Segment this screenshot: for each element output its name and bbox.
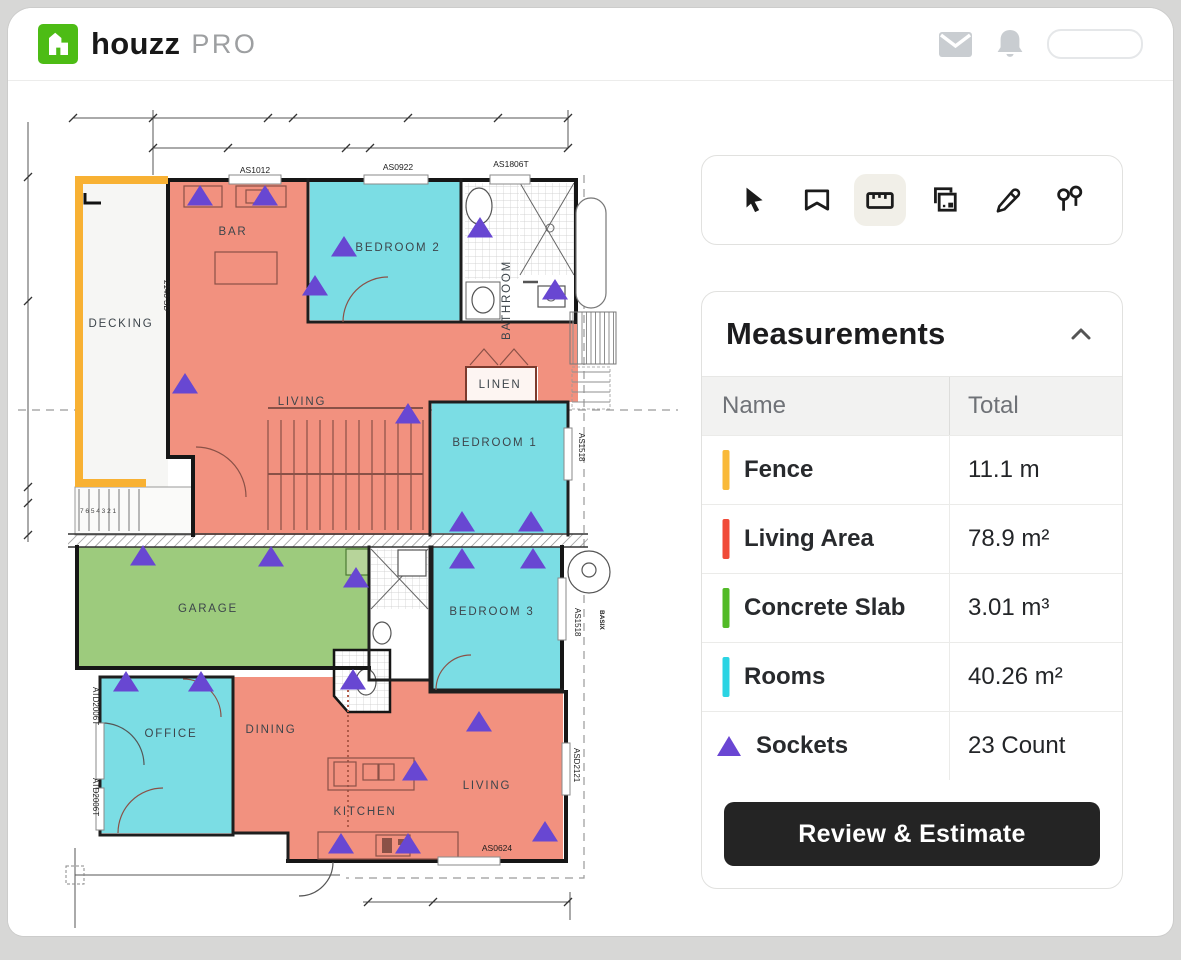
code-asd2121: ASD2121 xyxy=(572,748,581,783)
rooms-color-swatch xyxy=(722,657,730,697)
measurement-total: 3.01 m³ xyxy=(949,574,1122,642)
measurements-title: Measurements xyxy=(726,316,946,351)
measurement-name: Living Area xyxy=(744,525,874,552)
houzz-logo-icon xyxy=(38,24,78,64)
code-as1012: AS1012 xyxy=(240,165,271,175)
measurement-row-concrete-slab[interactable]: Concrete Slab 3.01 m³ xyxy=(702,573,1122,642)
measurement-total: 40.26 m² xyxy=(949,643,1122,711)
brand-suffix: PRO xyxy=(191,28,258,59)
party-wall-hatched xyxy=(68,533,588,548)
toggle-pill[interactable] xyxy=(1047,29,1143,59)
pin-tool[interactable] xyxy=(1044,174,1096,226)
pins-icon xyxy=(1057,185,1083,211)
measurement-name: Concrete Slab xyxy=(744,594,906,621)
area-polygon-tool[interactable] xyxy=(791,174,843,226)
code-as0624: AS0624 xyxy=(482,843,513,853)
column-header-total: Total xyxy=(949,377,1122,435)
top-bar: houzz PRO xyxy=(8,8,1173,81)
measurement-row-living-area[interactable]: Living Area 78.9 m² xyxy=(702,504,1122,573)
code-2148sd: 2148 SD xyxy=(162,280,171,311)
decking-area xyxy=(75,179,168,487)
code-as1518-bed3: AS1518 xyxy=(573,608,582,637)
draw-tool[interactable] xyxy=(981,174,1033,226)
code-as0922: AS0922 xyxy=(383,162,414,172)
select-tool[interactable] xyxy=(728,174,780,226)
measurement-total: 23 Count xyxy=(949,712,1122,780)
houzz-pro-logo[interactable]: houzz PRO xyxy=(38,24,257,64)
code-basix: BASIX xyxy=(598,610,605,631)
mail-icon[interactable] xyxy=(938,31,973,58)
review-estimate-button[interactable]: Review & Estimate xyxy=(724,802,1100,866)
collapse-panel-button[interactable] xyxy=(1064,321,1098,347)
measurement-row-sockets[interactable]: Sockets 23 Count xyxy=(702,711,1122,780)
room-label-bar: BAR xyxy=(218,226,247,238)
floorplan-canvas[interactable]: 7 6 5 4 3 2 1 DECKING BAR BEDROOM 2 BATH… xyxy=(8,88,701,936)
stair-numbers: 7 6 5 4 3 2 1 xyxy=(80,508,117,515)
room-label-decking: DECKING xyxy=(89,318,154,330)
room-label-kitchen: KITCHEN xyxy=(333,806,396,818)
fence-color-swatch xyxy=(722,450,730,490)
takeoff-toolbar xyxy=(701,155,1123,245)
column-header-name: Name xyxy=(722,392,787,419)
measurement-name: Fence xyxy=(744,456,814,483)
room-label-dining: DINING xyxy=(245,724,296,736)
pencil-icon xyxy=(996,188,1020,213)
app-window: houzz PRO 7 6 5 4 3 2 1 DECKING BAR BEDR… xyxy=(8,8,1173,936)
room-label-bedroom2: BEDROOM 2 xyxy=(355,242,440,254)
table-header: Name Total xyxy=(702,376,1122,435)
room-label-bedroom1: BEDROOM 1 xyxy=(452,437,537,449)
measure-tool[interactable] xyxy=(854,174,907,226)
concrete-slab-color-swatch xyxy=(722,588,730,628)
code-as1806t: AS1806T xyxy=(493,159,528,169)
measurement-name: Sockets xyxy=(756,732,849,759)
living-area-color-swatch xyxy=(722,519,730,559)
code-atd2006t-1: ATD2006T xyxy=(91,687,100,725)
ruler-icon xyxy=(866,192,895,209)
takeoff-copy-tool[interactable] xyxy=(918,174,970,226)
measurement-name: Rooms xyxy=(744,663,826,690)
measurements-panel: Measurements Name Total Fence 11.1 m Liv… xyxy=(701,291,1123,889)
copy-area-icon xyxy=(933,187,957,212)
measurement-row-fence[interactable]: Fence 11.1 m xyxy=(702,435,1122,504)
room-label-linen: LINEN xyxy=(479,379,522,391)
flag-icon xyxy=(805,189,830,211)
code-atd2006t-2: ATD2006T xyxy=(91,778,100,816)
room-label-office: OFFICE xyxy=(145,728,198,740)
cursor-icon xyxy=(746,187,763,213)
room-label-living-upper: LIVING xyxy=(278,396,327,408)
socket-triangle-swatch xyxy=(717,736,741,756)
brand-name: houzz xyxy=(91,26,181,61)
room-label-garage: GARAGE xyxy=(178,603,238,615)
bell-icon[interactable] xyxy=(995,28,1025,60)
room-label-bathroom: BATHROOM xyxy=(501,260,513,340)
room-label-living-lower: LIVING xyxy=(463,780,512,792)
chevron-up-icon xyxy=(1071,328,1091,340)
measurement-row-rooms[interactable]: Rooms 40.26 m² xyxy=(702,642,1122,711)
code-as1518-bed1: AS1518 xyxy=(577,433,586,462)
room-label-bedroom3: BEDROOM 3 xyxy=(449,606,534,618)
measurement-total: 78.9 m² xyxy=(949,505,1122,573)
floorplan-drawing: 7 6 5 4 3 2 1 DECKING BAR BEDROOM 2 BATH… xyxy=(18,110,678,928)
measurement-total: 11.1 m xyxy=(949,436,1122,504)
